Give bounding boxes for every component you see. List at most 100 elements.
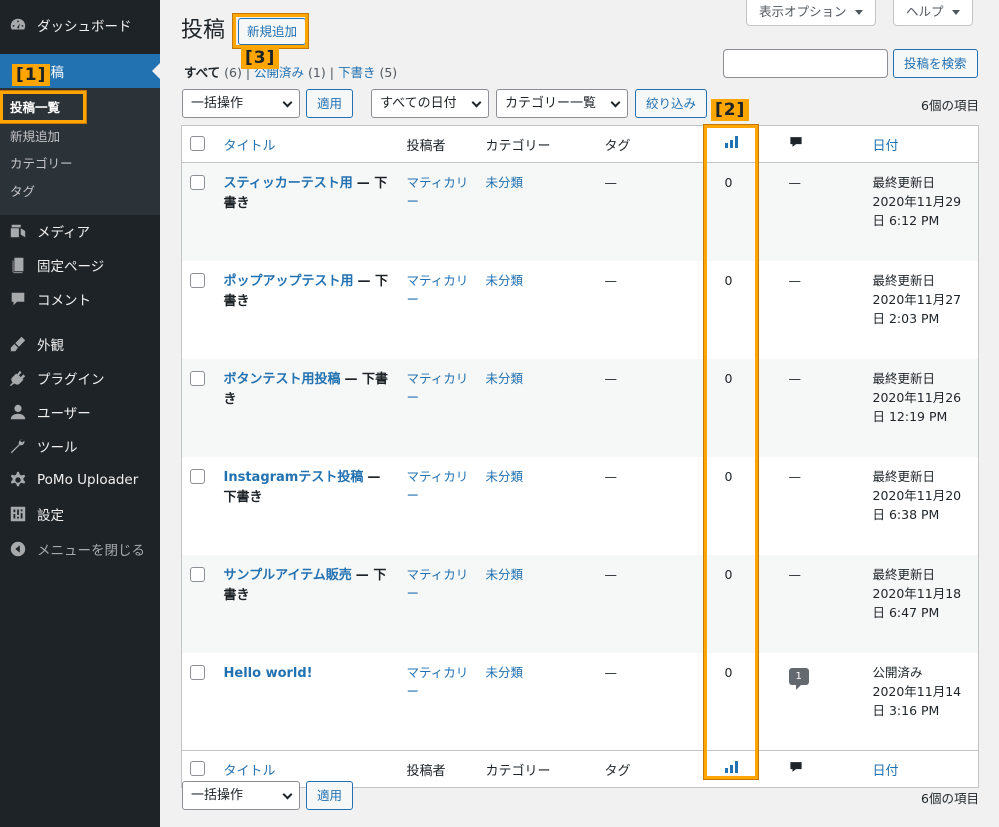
comment-count-bubble[interactable]: 1 xyxy=(788,667,809,690)
column-date[interactable]: 日付 xyxy=(865,126,979,163)
author-cell: マティカリー xyxy=(399,653,478,751)
post-title-link[interactable]: スティッカーテスト用 xyxy=(224,176,353,191)
filter-button[interactable]: 絞り込み xyxy=(635,89,708,118)
column-date-label[interactable]: 日付 xyxy=(873,139,899,154)
comments-cell: 1 xyxy=(781,653,865,751)
column-title-label[interactable]: タイトル xyxy=(224,139,276,154)
collapse-icon xyxy=(8,539,28,559)
sidebar-item-settings[interactable]: 設定 xyxy=(0,497,160,531)
row-checkbox[interactable] xyxy=(190,566,205,582)
category-link[interactable]: 未分類 xyxy=(486,371,524,386)
sidebar-collapse-menu[interactable]: メニューを閉じる xyxy=(0,532,160,566)
column-tags: タグ xyxy=(604,138,631,154)
submenu-add-new[interactable]: 新規追加 xyxy=(10,126,60,148)
apply-button[interactable]: 適用 xyxy=(306,89,354,118)
category-cell: 未分類 xyxy=(478,359,597,457)
bulk-actions-value: 一括操作 xyxy=(191,96,244,111)
author-link[interactable]: マティカリー xyxy=(407,273,469,307)
category-link[interactable]: 未分類 xyxy=(486,175,524,190)
apply-button-bottom[interactable]: 適用 xyxy=(306,781,354,810)
screen-options-button[interactable]: 表示オプション xyxy=(746,0,876,26)
category-link[interactable]: 未分類 xyxy=(486,273,524,288)
category-link[interactable]: 未分類 xyxy=(486,567,524,582)
category-filter-select[interactable]: カテゴリー一覧 xyxy=(496,89,628,118)
post-title-link[interactable]: Instagramテスト投稿 xyxy=(224,470,364,485)
table-row: ボタンテスト用投稿 — 下書き マティカリー 未分類 —0— 最終更新日 2020年11月… xyxy=(181,358,979,457)
chevron-down-icon xyxy=(282,97,293,108)
column-title[interactable]: タイトル xyxy=(216,126,399,163)
sidebar-item-dashboard[interactable]: ダッシュボード xyxy=(0,8,160,42)
column-date-label[interactable]: 日付 xyxy=(873,764,899,779)
bulk-actions-select-bottom[interactable]: 一括操作 xyxy=(182,781,300,810)
author-cell: マティカリー xyxy=(399,261,478,359)
sidebar-item-tools[interactable]: ツール xyxy=(0,429,160,463)
author-link[interactable]: マティカリー xyxy=(407,175,469,209)
sidebar-item-pomo-uploader[interactable]: PoMo Uploader xyxy=(0,463,160,497)
annotation-label-2: [2] xyxy=(711,99,750,121)
author-link[interactable]: マティカリー xyxy=(407,371,469,405)
title-cell: ボタンテスト用投稿 — 下書き xyxy=(216,359,399,457)
author-cell: マティカリー xyxy=(399,163,478,261)
comment-bubble-icon xyxy=(789,762,802,772)
submenu-tags[interactable]: タグ xyxy=(10,181,35,203)
row-checkbox[interactable] xyxy=(190,664,205,680)
author-link[interactable]: マティカリー xyxy=(407,567,469,601)
search-posts-button[interactable]: 投稿を検索 xyxy=(893,49,978,78)
select-all-checkbox[interactable] xyxy=(190,135,205,151)
post-title-link[interactable]: サンプルアイテム販売 xyxy=(224,568,352,583)
comments-cell: — xyxy=(781,163,865,261)
sidebar-item-users[interactable]: ユーザー xyxy=(0,395,160,429)
screen-options-label: 表示オプション xyxy=(759,4,847,19)
row-checkbox-cell xyxy=(182,653,216,751)
filter-all[interactable]: すべて xyxy=(184,65,220,80)
submenu-categories[interactable]: カテゴリー xyxy=(10,153,73,175)
row-checkbox[interactable] xyxy=(190,175,205,190)
filter-drafts[interactable]: 下書き xyxy=(338,65,376,80)
category-link[interactable]: 未分類 xyxy=(486,665,524,680)
caret-down-icon xyxy=(854,10,863,15)
comments-cell: — xyxy=(781,359,865,457)
column-title-label[interactable]: タイトル xyxy=(224,764,276,779)
row-checkbox[interactable] xyxy=(190,468,205,484)
tags-cell: — xyxy=(604,664,618,680)
category-cell: 未分類 xyxy=(478,653,597,751)
column-date[interactable]: 日付 xyxy=(865,751,979,788)
title-cell: サンプルアイテム販売 — 下書き xyxy=(216,555,399,653)
sidebar-item-label: ダッシュボード xyxy=(37,19,132,35)
comments-cell: — xyxy=(781,555,865,653)
date-filter-select[interactable]: すべての日付 xyxy=(371,89,489,118)
select-all-checkbox[interactable] xyxy=(190,760,205,776)
dashboard-icon xyxy=(8,15,28,35)
post-title-link[interactable]: ポップアップテスト用 xyxy=(224,274,354,289)
row-checkbox[interactable] xyxy=(190,370,205,386)
sidebar-item-comments[interactable]: コメント xyxy=(0,282,160,316)
annotation-box-2 xyxy=(704,125,758,779)
bulk-actions-value: 一括操作 xyxy=(191,788,244,803)
post-title-link[interactable]: Hello world! xyxy=(224,666,313,681)
category-cell: 未分類 xyxy=(478,261,597,359)
date-status: 最終更新日 xyxy=(872,370,936,386)
sidebar-item-media[interactable]: メディア xyxy=(0,214,160,248)
sidebar-item-label: コメント xyxy=(37,293,91,309)
date-value: 2020年11月18日 6:47 PM xyxy=(872,585,962,620)
search-input[interactable] xyxy=(723,49,888,78)
caret-down-icon xyxy=(951,10,960,15)
bulk-actions-select[interactable]: 一括操作 xyxy=(182,89,300,118)
sidebar-item-pages[interactable]: 固定ページ xyxy=(0,248,160,282)
row-checkbox[interactable] xyxy=(190,272,205,288)
column-comments[interactable] xyxy=(781,751,865,788)
sidebar-item-plugins[interactable]: プラグイン xyxy=(0,361,160,395)
gear-icon xyxy=(8,470,28,490)
table-row: ポップアップテスト用 — 下書き マティカリー 未分類 —0— 最終更新日 2020年11… xyxy=(182,261,979,359)
help-button[interactable]: ヘルプ xyxy=(893,0,973,26)
tags-cell: — xyxy=(604,370,618,386)
author-link[interactable]: マティカリー xyxy=(407,469,469,503)
sidebar-item-appearance[interactable]: 外観 xyxy=(0,327,160,361)
media-icon xyxy=(8,221,28,241)
category-link[interactable]: 未分類 xyxy=(486,469,524,484)
column-comments[interactable] xyxy=(781,126,865,163)
post-title-link[interactable]: ボタンテスト用投稿 xyxy=(224,372,341,387)
chevron-down-icon xyxy=(282,789,293,800)
row-checkbox-cell xyxy=(182,359,216,457)
author-link[interactable]: マティカリー xyxy=(407,665,469,699)
